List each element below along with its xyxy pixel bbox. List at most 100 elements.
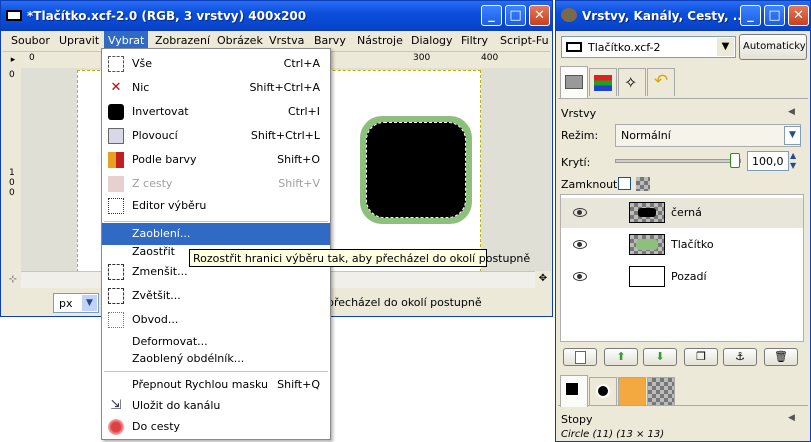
menu-zobrazeni[interactable]: Zobrazení: [155, 34, 210, 47]
menu-vrstva[interactable]: Vrstva: [269, 34, 304, 47]
maximize-button[interactable]: □: [764, 5, 785, 26]
close-button[interactable]: ✕: [529, 5, 550, 26]
menu-item-select-none[interactable]: ✕ Nic Shift+Ctrl+A: [102, 77, 330, 99]
new-page-icon: [574, 351, 586, 364]
select-menu: Vše Ctrl+A ✕ Nic Shift+Ctrl+A Invertovat…: [101, 48, 331, 440]
menu-item-selection-editor[interactable]: Editor výběru: [102, 195, 330, 217]
menu-item-to-path[interactable]: Do cesty: [102, 416, 330, 438]
eye-icon[interactable]: [573, 240, 587, 249]
tab-undo[interactable]: ↶: [647, 68, 675, 96]
brushes-title: Stopy: [561, 413, 593, 426]
status-text: y přecházel do okolí postupně: [317, 296, 482, 309]
ruler-v-label: 0: [9, 188, 15, 198]
eye-icon[interactable]: [573, 208, 587, 217]
trash-icon: 🗑: [774, 350, 788, 363]
button-shape: [360, 116, 472, 224]
layer-row[interactable]: Tlačítko: [561, 230, 803, 260]
opacity-value: 100,0: [752, 155, 784, 168]
menu-upravit[interactable]: Upravit: [59, 34, 99, 47]
tab-layers[interactable]: [560, 66, 588, 98]
menu-item-save-to-channel[interactable]: ⇲ Uložit do kanálu: [102, 395, 330, 417]
lock-alpha-icon: [636, 177, 650, 191]
close-button[interactable]: ✕: [788, 5, 809, 26]
dock-titlebar[interactable]: Vrstvy, Kanály, Cesty, ... _ □ ✕: [556, 1, 810, 31]
menu-script-fu[interactable]: Script-Fu: [500, 34, 549, 47]
spin-up-icon[interactable]: ▲: [790, 151, 796, 160]
brushes-tabs: [558, 375, 808, 407]
menu-item-by-color[interactable]: Podle barvy Shift+O: [102, 149, 330, 171]
opacity-slider-thumb[interactable]: [730, 153, 740, 168]
layer-row[interactable]: Pozadí: [561, 262, 803, 292]
new-layer-button[interactable]: [563, 348, 597, 366]
duplicate-layer-button[interactable]: ❐: [684, 348, 718, 366]
layer-thumbnail: [629, 202, 665, 223]
anchor-icon: ⚓: [735, 350, 745, 363]
chevron-down-icon[interactable]: ▼: [717, 38, 734, 56]
black-button-layer: [366, 122, 466, 218]
brush-info: Circle (11) (13 × 13): [561, 429, 665, 440]
spin-down-icon[interactable]: ▼: [790, 161, 796, 170]
panel-title: Vrstvy: [561, 107, 597, 120]
image-window-titlebar[interactable]: *Tlačítko.xcf-2.0 (RGB, 3 vrstvy) 400x20…: [1, 1, 552, 31]
navigate-icon[interactable]: ⊹: [5, 272, 21, 288]
tab-patterns[interactable]: [618, 377, 646, 405]
menu-barvy[interactable]: Barvy: [314, 34, 346, 47]
menu-item-rounded-rectangle[interactable]: Zaoblený obdélník...: [102, 348, 330, 370]
tab-paths[interactable]: ✧: [618, 68, 646, 96]
maximize-button[interactable]: □: [505, 5, 526, 26]
panel-menu-icon[interactable]: ◀: [788, 107, 795, 117]
image-select[interactable]: Tlačítko.xcf-2 ▼: [561, 36, 736, 58]
menu-item-label: Plovoucí: [132, 129, 178, 142]
menu-item-grow[interactable]: Zvětšit...: [102, 285, 330, 307]
anchor-layer-button[interactable]: ⚓: [723, 348, 757, 366]
vscroll-corner[interactable]: ✥: [535, 271, 551, 287]
tab-brushes[interactable]: [589, 377, 617, 405]
opacity-input[interactable]: 100,0: [747, 151, 789, 171]
opacity-label: Krytí:: [561, 156, 591, 169]
quick-mask-corner[interactable]: ▸: [5, 52, 21, 68]
minimize-button[interactable]: _: [740, 5, 761, 26]
mode-select[interactable]: Normální ▼: [615, 124, 801, 147]
layers-icon: [565, 75, 583, 89]
gimp-icon: [561, 8, 577, 22]
menu-item-label: Zmenšit...: [132, 265, 188, 278]
minimize-button[interactable]: _: [481, 5, 502, 26]
vertical-ruler[interactable]: 0 1 0 0: [5, 68, 22, 272]
tab-gradients[interactable]: [647, 377, 675, 405]
menu-item-label: Invertovat: [132, 105, 189, 118]
panel-menu-icon[interactable]: ◀: [788, 413, 795, 423]
delete-layer-button[interactable]: 🗑: [764, 348, 798, 366]
image-select-value: Tlačítko.xcf-2: [588, 41, 661, 54]
opacity-slider[interactable]: [615, 153, 741, 168]
tab-colors[interactable]: [560, 375, 588, 407]
menu-nastroje[interactable]: Nástroje: [357, 34, 403, 47]
paths-icon: ✧: [624, 73, 638, 92]
unit-select[interactable]: px ▼: [53, 293, 99, 313]
lock-alpha-checkbox[interactable]: [618, 177, 631, 190]
selection-editor-icon: [108, 198, 124, 214]
raise-layer-button[interactable]: ⬆: [604, 348, 638, 366]
menu-item-floating[interactable]: Plovoucí Shift+Ctrl+L: [102, 125, 330, 147]
menu-dialogy[interactable]: Dialogy: [411, 34, 453, 47]
menu-item-label: Zaoblení...: [132, 227, 191, 240]
layer-row[interactable]: černá: [561, 198, 803, 228]
menu-soubor[interactable]: Soubor: [11, 34, 50, 47]
chevron-down-icon[interactable]: ▼: [82, 295, 97, 311]
lower-layer-button[interactable]: ⬇: [643, 348, 677, 366]
menu-item-label: Vše: [132, 57, 153, 70]
channels-icon: [594, 75, 612, 91]
floating-icon: [108, 128, 124, 144]
menu-item-select-all[interactable]: Vše Ctrl+A: [102, 53, 330, 75]
dock-tabs: ✧ ↶: [558, 66, 808, 99]
menu-item-invert[interactable]: Invertovat Ctrl+I: [102, 101, 330, 123]
menu-item-toggle-quick-mask[interactable]: Přepnout Rychlou masku Shift+Q: [102, 374, 330, 396]
arrow-down-icon: ⬇: [655, 350, 665, 363]
menu-obrazek[interactable]: Obrázek: [217, 34, 263, 47]
eye-icon[interactable]: [573, 272, 587, 281]
auto-button[interactable]: Automaticky: [739, 34, 807, 60]
chevron-down-icon[interactable]: ▼: [784, 126, 801, 145]
menu-filtry[interactable]: Filtry: [461, 34, 488, 47]
tab-channels[interactable]: [589, 68, 617, 96]
menu-item-border[interactable]: Obvod...: [102, 309, 330, 331]
invert-icon: [108, 104, 124, 120]
